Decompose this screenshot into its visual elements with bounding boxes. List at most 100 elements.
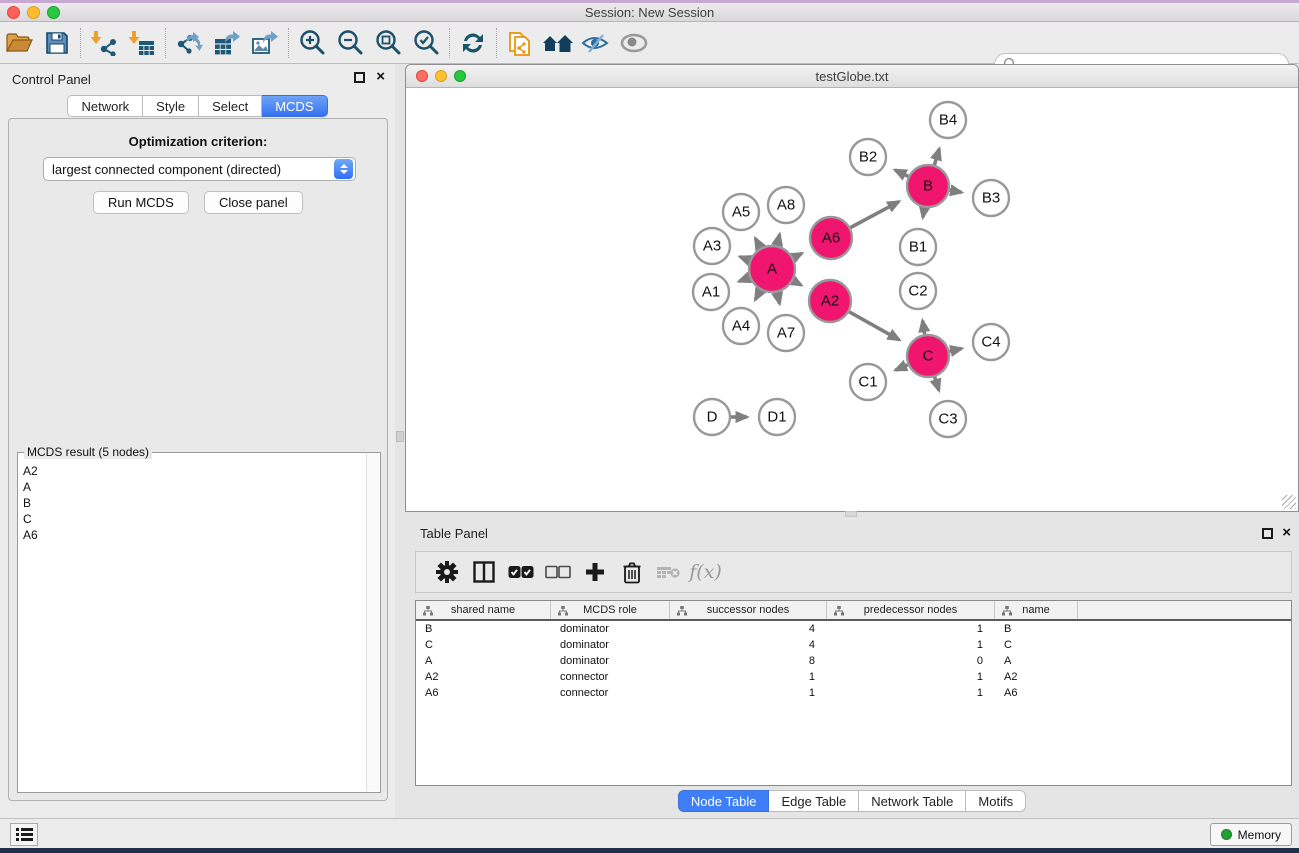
delete-column-button[interactable]: [613, 555, 650, 589]
tab-select[interactable]: Select: [199, 95, 262, 117]
edge-C-C3[interactable]: [935, 377, 939, 390]
column-header-successor-nodes[interactable]: successor nodes: [670, 601, 827, 619]
cell[interactable]: A2: [416, 671, 551, 683]
show-all-button[interactable]: [539, 26, 577, 60]
network-canvas[interactable]: B4B2BB3A5A8A6A3AB1A1C2A2A4A7CC4C1C3DD1: [406, 88, 1298, 511]
edge-A-A3[interactable]: [740, 257, 750, 261]
show-eye-button[interactable]: [615, 26, 653, 60]
cell[interactable]: connector: [551, 687, 670, 699]
cell[interactable]: A6: [995, 687, 1078, 699]
cell[interactable]: 1: [670, 687, 827, 699]
edge-A2-C[interactable]: [849, 312, 899, 340]
task-history-button[interactable]: [10, 823, 38, 846]
edge-B-B2[interactable]: [895, 170, 908, 176]
cell[interactable]: 1: [827, 623, 995, 635]
edge-C-C2[interactable]: [923, 321, 925, 335]
table-row[interactable]: Adominator80A: [416, 653, 1291, 669]
table-settings-button[interactable]: [428, 555, 465, 589]
edge-C-C1[interactable]: [896, 365, 908, 370]
zoom-out-button[interactable]: [331, 26, 369, 60]
horizontal-splitter-handle[interactable]: [845, 511, 857, 517]
add-column-button[interactable]: [576, 555, 613, 589]
edge-A-A2[interactable]: [793, 281, 801, 285]
export-network-button[interactable]: [170, 26, 208, 60]
resize-grip[interactable]: [1282, 495, 1296, 509]
cell[interactable]: dominator: [551, 639, 670, 651]
result-item[interactable]: A2: [19, 463, 366, 479]
clone-network-button[interactable]: [501, 26, 539, 60]
deselect-all-button[interactable]: [539, 555, 576, 589]
cell[interactable]: 1: [827, 639, 995, 651]
result-item[interactable]: A6: [19, 527, 366, 543]
cell[interactable]: A2: [995, 671, 1078, 683]
function-builder-button[interactable]: f(x): [687, 555, 724, 589]
export-image-button[interactable]: [246, 26, 284, 60]
export-table-button[interactable]: [208, 26, 246, 60]
column-header-predecessor-nodes[interactable]: predecessor nodes: [827, 601, 995, 619]
table-row[interactable]: A2connector11A2: [416, 669, 1291, 685]
cell[interactable]: A: [416, 655, 551, 667]
edge-A-A7[interactable]: [777, 292, 779, 303]
mcds-result-list[interactable]: A2ABCA6: [19, 463, 366, 791]
tab-edge-table[interactable]: Edge Table: [769, 790, 859, 812]
show-columns-button[interactable]: [465, 555, 502, 589]
zoom-selected-button[interactable]: [407, 26, 445, 60]
open-session-button[interactable]: [0, 26, 38, 60]
table-row[interactable]: Bdominator41B: [416, 621, 1291, 637]
tab-mcds[interactable]: MCDS: [262, 95, 327, 117]
import-table-button[interactable]: [123, 26, 161, 60]
column-header-MCDS-role[interactable]: MCDS role: [551, 601, 670, 619]
tab-network[interactable]: Network: [67, 95, 143, 117]
save-session-button[interactable]: [38, 26, 76, 60]
edge-A-A4[interactable]: [755, 290, 760, 300]
zoom-fit-button[interactable]: [369, 26, 407, 60]
close-panel-button[interactable]: Close panel: [204, 191, 303, 214]
import-network-button[interactable]: [85, 26, 123, 60]
table-row[interactable]: Cdominator41C: [416, 637, 1291, 653]
cell[interactable]: A6: [416, 687, 551, 699]
network-window-titlebar[interactable]: testGlobe.txt: [406, 65, 1298, 88]
edge-B-B3[interactable]: [950, 190, 962, 192]
criterion-dropdown[interactable]: largest connected component (directed): [43, 157, 356, 181]
tab-node-table[interactable]: Node Table: [678, 790, 770, 812]
cell[interactable]: 4: [670, 639, 827, 651]
delete-table-button[interactable]: [650, 555, 687, 589]
result-item[interactable]: B: [19, 495, 366, 511]
node-table[interactable]: shared nameMCDS rolesuccessor nodesprede…: [415, 600, 1292, 786]
cell[interactable]: 1: [670, 671, 827, 683]
edge-A-A6[interactable]: [793, 253, 802, 257]
hide-selected-button[interactable]: [577, 26, 615, 60]
column-header-name[interactable]: name: [995, 601, 1078, 619]
table-row[interactable]: A6connector11A6: [416, 685, 1291, 701]
cell[interactable]: A: [995, 655, 1078, 667]
vertical-splitter-handle[interactable]: [396, 431, 404, 442]
cell[interactable]: 0: [827, 655, 995, 667]
refresh-button[interactable]: [454, 26, 492, 60]
edge-A-A5[interactable]: [755, 238, 760, 248]
result-scrollbar[interactable]: [366, 454, 379, 791]
run-mcds-button[interactable]: Run MCDS: [93, 191, 189, 214]
select-all-button[interactable]: [502, 555, 539, 589]
float-panel-icon[interactable]: [354, 72, 365, 83]
edge-A-A1[interactable]: [739, 277, 749, 281]
edge-C-C4[interactable]: [949, 349, 961, 352]
cell[interactable]: 8: [670, 655, 827, 667]
edge-B-B4[interactable]: [934, 149, 939, 165]
cell[interactable]: 4: [670, 623, 827, 635]
tab-style[interactable]: Style: [143, 95, 199, 117]
memory-button[interactable]: Memory: [1210, 823, 1292, 846]
cell[interactable]: connector: [551, 671, 670, 683]
cell[interactable]: C: [995, 639, 1078, 651]
cell[interactable]: dominator: [551, 655, 670, 667]
cell[interactable]: C: [416, 639, 551, 651]
tab-network-table[interactable]: Network Table: [859, 790, 966, 812]
edge-A6-B[interactable]: [850, 202, 899, 228]
zoom-in-button[interactable]: [293, 26, 331, 60]
edge-A-A8[interactable]: [777, 234, 779, 245]
result-item[interactable]: C: [19, 511, 366, 527]
cell[interactable]: B: [416, 623, 551, 635]
cell[interactable]: dominator: [551, 623, 670, 635]
result-item[interactable]: A: [19, 479, 366, 495]
cell[interactable]: 1: [827, 687, 995, 699]
tab-motifs[interactable]: Motifs: [966, 790, 1026, 812]
